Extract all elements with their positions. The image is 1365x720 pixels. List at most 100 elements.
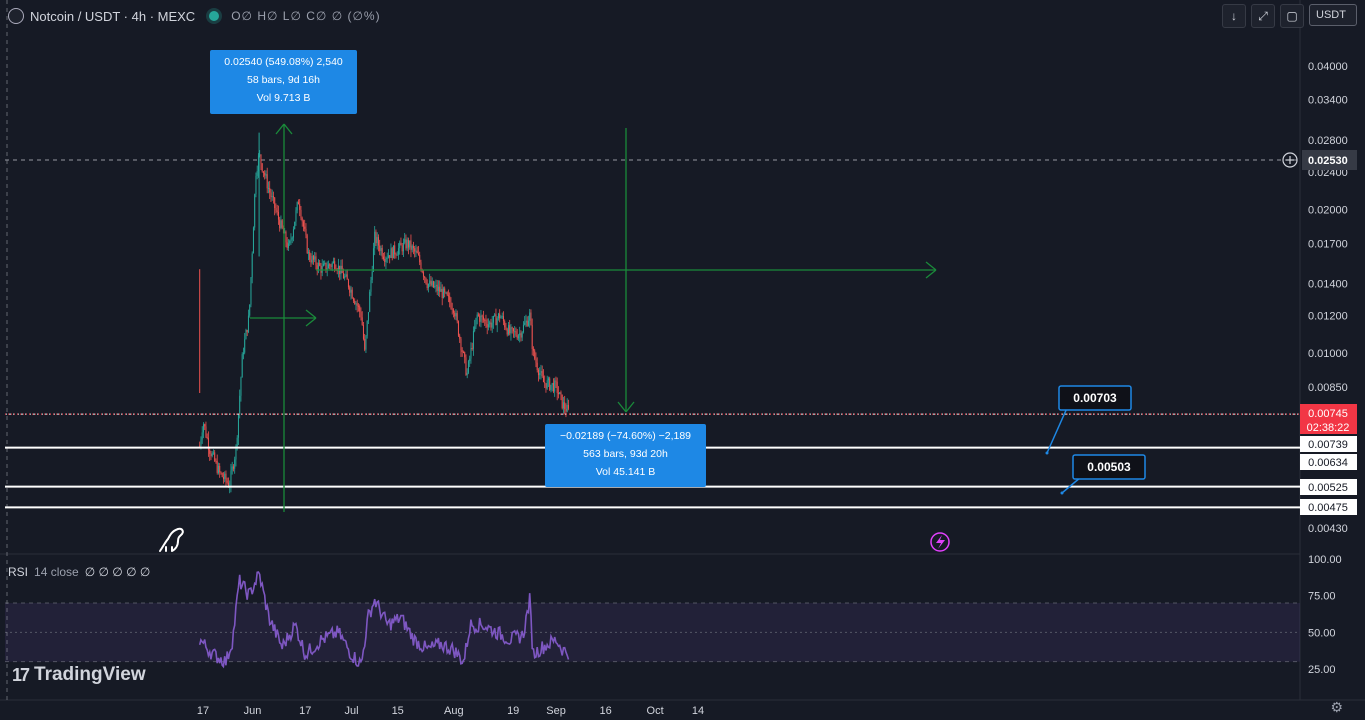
candle-body <box>485 319 487 325</box>
candle-body <box>539 372 541 376</box>
price-chart[interactable]: 0.02540 (549.08%) 2,540 58 bars, 9d 16h Vo… <box>0 0 1365 720</box>
candle-body <box>211 453 213 457</box>
candle-body <box>549 378 551 390</box>
candle-body <box>250 277 252 305</box>
rsi-legend[interactable]: RSI 14 close ∅ ∅ ∅ ∅ ∅ <box>8 565 150 579</box>
candle-body <box>371 271 373 281</box>
candle-body <box>291 237 293 240</box>
candle-body <box>506 329 508 335</box>
candle-body <box>202 424 204 433</box>
candle-body <box>457 321 459 336</box>
candle-body <box>402 242 404 252</box>
candle-body <box>486 324 488 328</box>
candle-body <box>499 313 501 319</box>
candle-body <box>482 316 484 320</box>
candle-body <box>254 194 256 228</box>
arrow-down-icon[interactable]: ↓ <box>1222 4 1246 28</box>
candle-body <box>417 253 419 255</box>
candle-body <box>309 252 311 260</box>
price-axis-tick: 0.01000 <box>1308 348 1348 360</box>
candle-body <box>286 242 288 249</box>
candle-body <box>346 274 348 280</box>
price-axis-tick: 0.01400 <box>1308 278 1348 290</box>
candle-body <box>215 460 217 462</box>
candle-body <box>324 262 326 264</box>
candle-body <box>295 210 297 222</box>
measure-up-info-line: Vol 9.713 B <box>257 92 311 104</box>
candle-body <box>297 202 299 205</box>
candle-body <box>312 255 314 260</box>
candle-body <box>214 452 216 461</box>
currency-select[interactable]: USDT <box>1309 4 1357 26</box>
candle-body <box>237 414 239 438</box>
candle-body <box>460 338 462 351</box>
candle-body <box>481 315 483 317</box>
candle-body <box>334 261 336 269</box>
time-axis-label: Jul <box>344 705 358 717</box>
candle-body <box>234 459 236 469</box>
candle-body <box>382 256 384 259</box>
candle-body <box>431 281 433 286</box>
candle-body <box>267 187 269 189</box>
measure-up-info-line: 0.02540 (549.08%) 2,540 <box>224 56 343 68</box>
candle-body <box>387 255 389 258</box>
rsi-params: 14 close <box>34 565 79 579</box>
candle-body <box>366 320 368 336</box>
candle-body <box>415 250 417 252</box>
candle-body <box>525 320 527 323</box>
candle-body <box>219 465 221 473</box>
candle-body <box>532 349 534 351</box>
candle-body <box>256 170 258 176</box>
candle-body <box>199 445 201 447</box>
candle-body <box>546 380 548 389</box>
candle-body <box>296 202 298 211</box>
expand-icon[interactable]: ⤢ <box>1251 4 1275 28</box>
candle-body <box>262 171 264 173</box>
symbol-title[interactable]: Notcoin / USDT · 4h · MEXC <box>30 9 195 24</box>
candle-body <box>439 286 441 292</box>
candle-body <box>311 255 313 263</box>
candle-body <box>476 314 478 318</box>
candle-body <box>559 392 561 395</box>
candle-body <box>364 338 366 350</box>
candle-body <box>249 304 251 316</box>
fullscreen-icon[interactable]: ▢ <box>1280 4 1304 28</box>
candle-body <box>445 292 447 294</box>
candle-body <box>239 395 241 415</box>
candle-body <box>240 377 242 396</box>
candle-body <box>399 242 401 249</box>
candle-body <box>315 256 317 266</box>
candle-body <box>471 347 473 349</box>
candle-body <box>426 283 428 289</box>
candle-body <box>289 240 291 244</box>
settings-gear-icon[interactable]: ⚙ <box>1330 699 1343 716</box>
time-axis-label: Aug <box>444 705 464 717</box>
candle-body <box>369 291 371 312</box>
time-axis-label: 17 <box>197 705 209 717</box>
candle-body <box>416 250 418 254</box>
ohlc-values: O∅ H∅ L∅ C∅ ∅ (∅%) <box>231 9 381 23</box>
candle-body <box>396 254 398 256</box>
candle-body <box>269 187 271 193</box>
candle-body <box>220 472 222 474</box>
candle-body <box>407 239 409 248</box>
candle-body <box>292 229 294 238</box>
price-axis-tick: 0.00430 <box>1308 523 1348 535</box>
price-axis-tick: 0.02800 <box>1308 135 1348 147</box>
candle-body <box>204 424 206 427</box>
candle-body <box>535 358 537 363</box>
callout-0-00503-anchor <box>1060 491 1064 495</box>
candle-body <box>305 228 307 236</box>
candle-body <box>551 382 553 385</box>
candle-body <box>554 380 556 392</box>
candle-body <box>331 262 333 267</box>
price-axis-tick: 0.01200 <box>1308 310 1348 322</box>
tradingview-logo[interactable]: 17 TradingView <box>12 664 146 686</box>
candle-body <box>442 288 444 299</box>
measure-down-info-line: −0.02189 (−74.60%) −2,189 <box>560 430 691 442</box>
candle-body <box>365 335 367 350</box>
candle-body <box>347 279 349 288</box>
candle-body <box>320 265 322 273</box>
countdown-text: 02:38:22 <box>1307 422 1350 434</box>
candle-body <box>515 331 517 336</box>
